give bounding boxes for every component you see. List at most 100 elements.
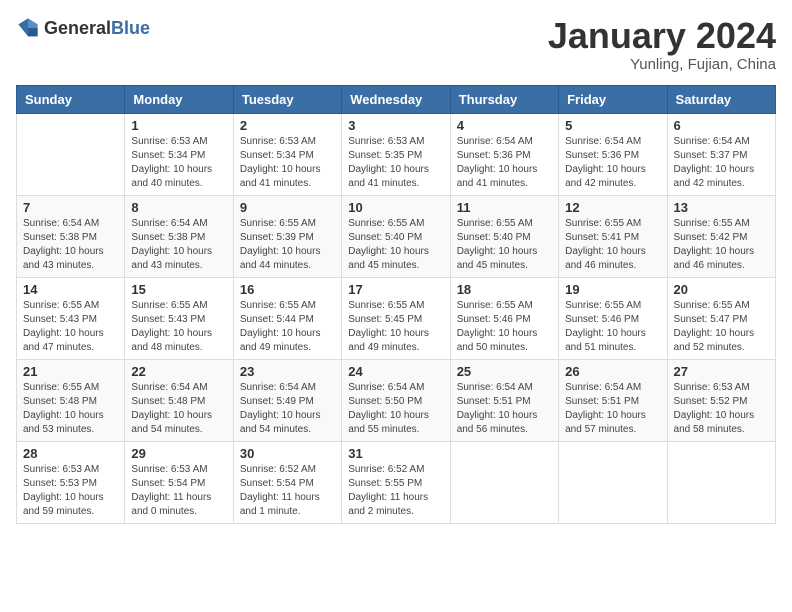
day-number: 27 (674, 364, 769, 379)
day-info: Sunrise: 6:55 AM Sunset: 5:46 PM Dayligh… (457, 299, 552, 355)
day-info: Sunrise: 6:55 AM Sunset: 5:48 PM Dayligh… (23, 381, 118, 437)
table-row: 17 Sunrise: 6:55 AM Sunset: 5:45 PM Dayli… (342, 277, 450, 359)
week-row-2: 7 Sunrise: 6:54 AM Sunset: 5:38 PM Daylig… (17, 195, 776, 277)
day-info: Sunrise: 6:54 AM Sunset: 5:38 PM Dayligh… (23, 217, 118, 273)
day-number: 10 (348, 200, 443, 215)
table-row: 7 Sunrise: 6:54 AM Sunset: 5:38 PM Daylig… (17, 195, 125, 277)
day-number: 29 (131, 446, 226, 461)
table-row: 14Sunrise: 6:55 AM Sunset: 5:43 PM Dayli… (17, 277, 125, 359)
table-row: 11 Sunrise: 6:55 AM Sunset: 5:40 PM Dayli… (450, 195, 558, 277)
day-number: 22 (131, 364, 226, 379)
logo-icon (16, 16, 40, 40)
day-number: 5 (565, 118, 660, 133)
calendar-table: Sunday Monday Tuesday Wednesday Thursday… (16, 85, 776, 524)
table-row: 5 Sunrise: 6:54 AM Sunset: 5:36 PM Daylig… (559, 113, 667, 195)
day-number: 24 (348, 364, 443, 379)
table-row: 23Sunrise: 6:54 AM Sunset: 5:49 PM Dayli… (233, 359, 341, 441)
day-number: 6 (674, 118, 769, 133)
day-info: Sunrise: 6:54 AM Sunset: 5:51 PM Dayligh… (457, 381, 552, 437)
day-info: Sunrise: 6:53 AM Sunset: 5:53 PM Dayligh… (23, 463, 118, 519)
table-row (559, 441, 667, 523)
day-number: 2 (240, 118, 335, 133)
table-row: 19Sunrise: 6:55 AM Sunset: 5:46 PM Dayli… (559, 277, 667, 359)
day-number: 7 (23, 200, 118, 215)
table-row: 21 Sunrise: 6:55 AM Sunset: 5:48 PM Dayli… (17, 359, 125, 441)
col-friday: Friday (559, 85, 667, 113)
col-monday: Monday (125, 85, 233, 113)
day-number: 9 (240, 200, 335, 215)
day-info: Sunrise: 6:55 AM Sunset: 5:40 PM Dayligh… (348, 217, 443, 273)
table-row: 25 Sunrise: 6:54 AM Sunset: 5:51 PM Dayli… (450, 359, 558, 441)
table-row: 30 Sunrise: 6:52 AM Sunset: 5:54 PM Dayli… (233, 441, 341, 523)
day-info: Sunrise: 6:55 AM Sunset: 5:39 PM Dayligh… (240, 217, 335, 273)
day-number: 28 (23, 446, 118, 461)
table-row: 27 Sunrise: 6:53 AM Sunset: 5:52 PM Dayli… (667, 359, 775, 441)
day-number: 20 (674, 282, 769, 297)
day-info: Sunrise: 6:55 AM Sunset: 5:47 PM Dayligh… (674, 299, 769, 355)
header-row: Sunday Monday Tuesday Wednesday Thursday… (17, 85, 776, 113)
table-row: 9 Sunrise: 6:55 AM Sunset: 5:39 PM Daylig… (233, 195, 341, 277)
day-number: 25 (457, 364, 552, 379)
day-info: Sunrise: 6:54 AM Sunset: 5:36 PM Dayligh… (457, 135, 552, 191)
day-info: Sunrise: 6:54 AM Sunset: 5:38 PM Dayligh… (131, 217, 226, 273)
table-row: 29 Sunrise: 6:53 AM Sunset: 5:54 PM Dayli… (125, 441, 233, 523)
day-info: Sunrise: 6:53 AM Sunset: 5:34 PM Dayligh… (240, 135, 335, 191)
table-row: 1Sunrise: 6:53 AM Sunset: 5:34 PM Daylig… (125, 113, 233, 195)
day-info: Sunrise: 6:55 AM Sunset: 5:45 PM Dayligh… (348, 299, 443, 355)
day-info: Sunrise: 6:54 AM Sunset: 5:48 PM Dayligh… (131, 381, 226, 437)
table-row: 10 Sunrise: 6:55 AM Sunset: 5:40 PM Dayli… (342, 195, 450, 277)
day-info: Sunrise: 6:53 AM Sunset: 5:52 PM Dayligh… (674, 381, 769, 437)
location-subtitle: Yunling, Fujian, China (548, 56, 776, 73)
day-number: 31 (348, 446, 443, 461)
day-info: Sunrise: 6:54 AM Sunset: 5:36 PM Dayligh… (565, 135, 660, 191)
table-row: 12Sunrise: 6:55 AM Sunset: 5:41 PM Dayli… (559, 195, 667, 277)
day-number: 18 (457, 282, 552, 297)
week-row-1: 1 Sunrise: 6:53 AM Sunset: 5:34 PM Daylig… (17, 113, 776, 195)
day-number: 17 (348, 282, 443, 297)
day-info: Sunrise: 6:52 AM Sunset: 5:55 PM Dayligh… (348, 463, 443, 519)
week-row-4: 21 Sunrise: 6:55 AM Sunset: 5:48 PM Dayli… (17, 359, 776, 441)
col-sunday: Sunday (17, 85, 125, 113)
day-info: Sunrise: 6:54 AM Sunset: 5:37 PM Dayligh… (674, 135, 769, 191)
table-row: 4 Sunrise: 6:54 AM Sunset: 5:36 PM Daylig… (450, 113, 558, 195)
table-row: 18 Sunrise: 6:55 AM Sunset: 5:46 PM Dayli… (450, 277, 558, 359)
day-number: 13 (674, 200, 769, 215)
table-row: 31 Sunrise: 6:52 AM Sunset: 5:55 PM Dayli… (342, 441, 450, 523)
day-info: Sunrise: 6:55 AM Sunset: 5:42 PM Dayligh… (674, 217, 769, 273)
table-row: 26Sunrise: 6:54 AM Sunset: 5:51 PM Dayli… (559, 359, 667, 441)
day-info: Sunrise: 6:55 AM Sunset: 5:46 PM Dayligh… (565, 299, 660, 355)
day-number: 21 (23, 364, 118, 379)
day-info: Sunrise: 6:55 AM Sunset: 5:43 PM Dayligh… (131, 299, 226, 355)
logo-text: GeneralBlue (44, 18, 150, 39)
day-number: 8 (131, 200, 226, 215)
week-row-3: 14Sunrise: 6:55 AM Sunset: 5:43 PM Dayli… (17, 277, 776, 359)
table-row: 28 Sunrise: 6:53 AM Sunset: 5:53 PM Dayli… (17, 441, 125, 523)
day-info: Sunrise: 6:55 AM Sunset: 5:44 PM Dayligh… (240, 299, 335, 355)
table-row: 13 Sunrise: 6:55 AM Sunset: 5:42 PM Dayli… (667, 195, 775, 277)
table-row: 6 Sunrise: 6:54 AM Sunset: 5:37 PM Daylig… (667, 113, 775, 195)
day-number: 3 (348, 118, 443, 133)
day-number: 11 (457, 200, 552, 215)
day-info: Sunrise: 6:53 AM Sunset: 5:35 PM Dayligh… (348, 135, 443, 191)
day-number: 4 (457, 118, 552, 133)
day-number: 1 (131, 118, 226, 133)
day-info: Sunrise: 6:55 AM Sunset: 5:40 PM Dayligh… (457, 217, 552, 273)
day-number: 30 (240, 446, 335, 461)
table-row: 24Sunrise: 6:54 AM Sunset: 5:50 PM Dayli… (342, 359, 450, 441)
logo-blue: Blue (111, 18, 150, 38)
table-row: 16Sunrise: 6:55 AM Sunset: 5:44 PM Dayli… (233, 277, 341, 359)
page-header: GeneralBlue January 2024 Yunling, Fujian… (16, 16, 776, 73)
day-info: Sunrise: 6:52 AM Sunset: 5:54 PM Dayligh… (240, 463, 335, 519)
day-number: 15 (131, 282, 226, 297)
day-info: Sunrise: 6:55 AM Sunset: 5:43 PM Dayligh… (23, 299, 118, 355)
col-tuesday: Tuesday (233, 85, 341, 113)
table-row: 2 Sunrise: 6:53 AM Sunset: 5:34 PM Daylig… (233, 113, 341, 195)
table-row (17, 113, 125, 195)
day-number: 26 (565, 364, 660, 379)
table-row: 8 Sunrise: 6:54 AM Sunset: 5:38 PM Daylig… (125, 195, 233, 277)
day-info: Sunrise: 6:55 AM Sunset: 5:41 PM Dayligh… (565, 217, 660, 273)
day-info: Sunrise: 6:54 AM Sunset: 5:49 PM Dayligh… (240, 381, 335, 437)
table-row: 20 Sunrise: 6:55 AM Sunset: 5:47 PM Dayli… (667, 277, 775, 359)
logo-general: General (44, 18, 111, 38)
day-info: Sunrise: 6:53 AM Sunset: 5:54 PM Dayligh… (131, 463, 226, 519)
